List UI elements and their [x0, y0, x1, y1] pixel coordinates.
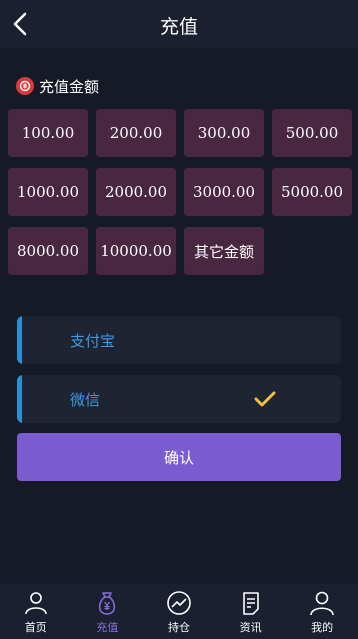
chart-trend-icon	[167, 591, 191, 615]
header-bar: 充值	[0, 0, 358, 48]
checkmark-icon	[254, 391, 276, 407]
payment-option-alipay[interactable]: 支付宝	[17, 316, 341, 364]
payment-accent-bar	[17, 316, 22, 364]
payment-option-wechat[interactable]: 微信	[17, 375, 341, 423]
tab-home[interactable]: 首页	[0, 584, 72, 639]
section-label: 充值金额	[16, 76, 99, 96]
bottom-tab-bar: 首页 充值 持仓 资讯 我的	[0, 584, 358, 639]
news-icon	[242, 592, 259, 615]
money-bag-icon	[99, 592, 116, 615]
tab-label: 资讯	[239, 621, 262, 634]
tab-label: 充值	[96, 621, 119, 634]
amount-option[interactable]: 1000.00	[8, 168, 88, 216]
person-icon	[24, 592, 47, 615]
amount-option[interactable]: 8000.00	[8, 227, 88, 275]
section-label-text: 充值金额	[39, 77, 100, 96]
amount-option[interactable]: 500.00	[272, 109, 352, 157]
other-amount-option[interactable]: 其它金额	[184, 227, 264, 275]
amount-option[interactable]: 5000.00	[272, 168, 352, 216]
tab-recharge[interactable]: 充值	[72, 584, 144, 639]
amount-option[interactable]: 10000.00	[96, 227, 176, 275]
tab-label: 我的	[311, 621, 334, 634]
user-icon	[310, 591, 334, 616]
tab-holdings[interactable]: 持仓	[143, 584, 215, 639]
payment-option-label: 支付宝	[70, 332, 116, 350]
tab-label: 首页	[24, 621, 47, 634]
amount-option[interactable]: 100.00	[8, 109, 88, 157]
payment-accent-bar	[17, 375, 22, 423]
amount-option[interactable]: 300.00	[184, 109, 264, 157]
page-title: 充值	[159, 16, 198, 38]
tab-profile[interactable]: 我的	[286, 584, 358, 639]
amount-option[interactable]: 3000.00	[184, 168, 264, 216]
tab-news[interactable]: 资讯	[215, 584, 287, 639]
payment-option-label: 微信	[70, 391, 101, 409]
money-badge-icon	[16, 77, 34, 95]
amount-option[interactable]: 2000.00	[96, 168, 176, 216]
amount-option[interactable]: 200.00	[96, 109, 176, 157]
confirm-button[interactable]: 确认	[17, 433, 341, 481]
tab-label: 持仓	[167, 621, 190, 634]
